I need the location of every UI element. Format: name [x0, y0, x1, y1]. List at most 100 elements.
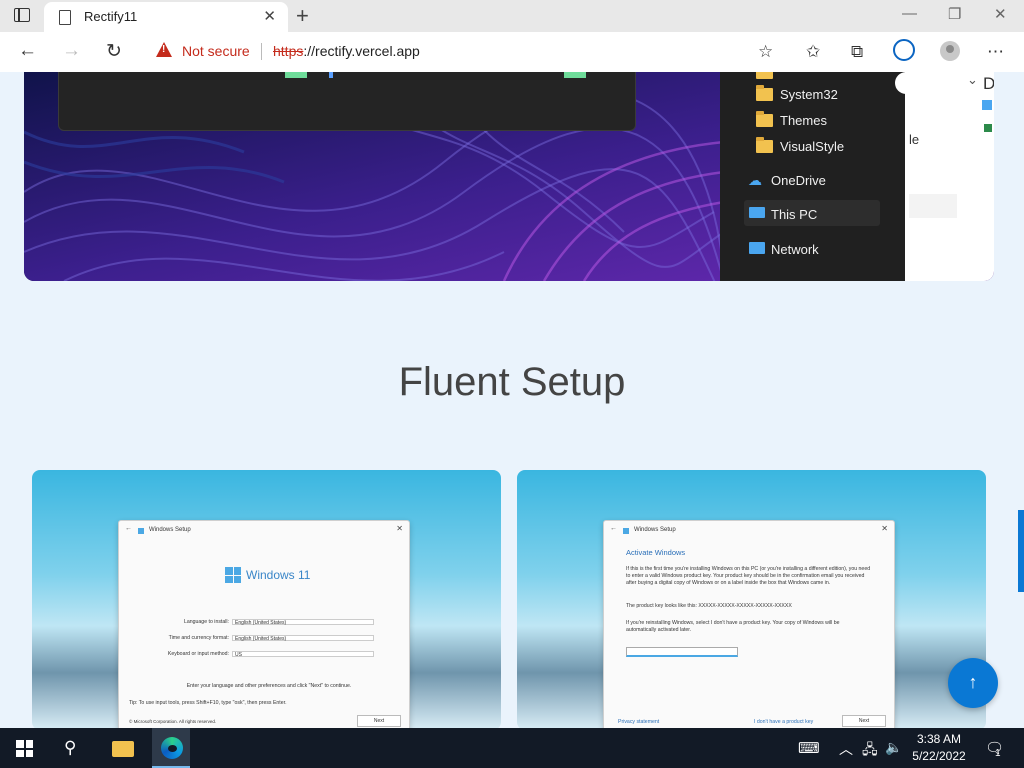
keyboard-select: US	[232, 651, 374, 658]
forward-icon[interactable]: →	[62, 40, 81, 62]
downloads-icon[interactable]	[893, 39, 915, 61]
setup-icon	[623, 528, 629, 534]
setup-card-language[interactable]: ← Windows Setup ✕ Windows 11 Language to…	[32, 470, 501, 728]
setup-card-activate[interactable]: ← Windows Setup ✕ Activate Windows If th…	[517, 470, 986, 728]
next-button: Next	[842, 715, 886, 727]
restore-icon[interactable]: ❐	[948, 5, 961, 23]
tab-title: Rectify11	[84, 9, 138, 24]
window-title: Windows Setup	[634, 527, 676, 533]
close-icon: ✕	[396, 524, 403, 533]
section-title: Fluent Setup	[398, 360, 626, 404]
clock-date: 5/22/2022	[912, 749, 966, 763]
back-icon[interactable]: ←	[18, 40, 37, 62]
circle-shape	[895, 72, 917, 94]
favorite-add-icon[interactable]: ☆	[758, 42, 773, 62]
setup-icon	[138, 528, 144, 534]
reinstall-paragraph: If you're reinstalling Windows, select I…	[626, 620, 840, 633]
windows11-logo-text: Windows 11	[246, 568, 311, 582]
url-text[interactable]: https://rectify.vercel.app	[273, 43, 420, 59]
windows-logo-icon	[225, 567, 241, 583]
language-select: English (United States)	[232, 619, 374, 626]
close-window-icon[interactable]: ✕	[994, 5, 1007, 23]
address-bar[interactable]: Not secure https://rectify.vercel.app	[142, 36, 792, 66]
warning-icon	[156, 42, 172, 57]
window-title: Windows Setup	[149, 527, 191, 533]
tab-rectify11[interactable]: Rectify11 ✕	[44, 2, 288, 32]
minimize-icon[interactable]: —	[902, 5, 917, 22]
activate-heading: Activate Windows	[626, 548, 686, 557]
refresh-icon[interactable]: ↻	[106, 40, 122, 63]
time-format-select: English (United States)	[232, 635, 374, 642]
field-label: Keyboard or input method:	[167, 651, 229, 657]
partial-heading: D	[983, 74, 994, 93]
clock-time: 3:38 AM	[916, 732, 962, 746]
security-label[interactable]: Not secure	[182, 43, 250, 59]
taskbar: ⚲ ⌨ ︿ 🖧 🔈 3:38 AM 5/22/2022 🗨 1	[0, 728, 1024, 768]
back-arrow-icon: ←	[125, 525, 132, 532]
partial-text: le	[909, 132, 920, 147]
search-icon[interactable]: ⚲	[64, 738, 76, 758]
dark-window-preview	[58, 72, 636, 131]
url-host: ://rectify.vercel.app	[303, 43, 420, 59]
file-explorer-icon[interactable]	[112, 741, 134, 757]
activate-paragraph: If this is the first time you're install…	[626, 566, 871, 586]
field-label: Time and currency format:	[168, 635, 229, 641]
folder-icon	[756, 72, 773, 79]
setup-window: ← Windows Setup ✕ Windows 11 Language to…	[118, 520, 410, 728]
network-icon[interactable]: 🖧	[862, 739, 878, 763]
nav-item-system32: System32	[780, 87, 838, 102]
volume-icon[interactable]: 🔈	[885, 739, 902, 756]
back-arrow-icon: ←	[610, 525, 617, 532]
next-button: Next	[357, 715, 401, 727]
more-icon[interactable]: ⋯	[987, 42, 1004, 62]
placeholder-block	[909, 194, 957, 218]
page-icon	[59, 10, 71, 25]
explorer-nav-pane: System32 Themes VisualStyle ☁ OneDrive T…	[720, 72, 905, 281]
tab-actions-icon[interactable]	[14, 8, 30, 22]
keyboard-icon[interactable]: ⌨	[798, 739, 820, 757]
collections-icon[interactable]: ⧉	[851, 42, 863, 62]
browser-window: Rectify11 ✕ + — ❐ ✕ ← → ↻ Not secure htt…	[0, 0, 1024, 728]
field-label: Language to install:	[184, 619, 229, 625]
folder-icon	[756, 85, 773, 101]
hero-screenshot: System32 Themes VisualStyle ☁ OneDrive T…	[24, 72, 994, 281]
copyright-text: © Microsoft Corporation. All rights rese…	[129, 719, 217, 724]
close-icon: ✕	[881, 524, 888, 533]
nav-item-this-pc: This PC	[771, 207, 818, 222]
chevron-down-icon: ⌄	[967, 72, 978, 87]
no-product-key-link: I don't have a product key	[754, 719, 814, 725]
new-tab-icon[interactable]: +	[296, 3, 309, 29]
address-toolbar: ← → ↻ Not secure https://rectify.vercel.…	[0, 32, 1024, 73]
nav-item-network: Network	[771, 242, 819, 257]
privacy-link: Privacy statement	[618, 719, 660, 725]
favorites-icon[interactable]: ✩	[806, 42, 820, 62]
folder-icon	[756, 111, 773, 127]
url-protocol: https	[273, 43, 304, 59]
page-content: System32 Themes VisualStyle ☁ OneDrive T…	[0, 72, 1024, 728]
green-block	[285, 72, 307, 78]
tab-bar: Rectify11 ✕ + — ❐ ✕	[0, 0, 1024, 32]
chevron-up-icon[interactable]: ︿	[839, 739, 853, 759]
scroll-to-top-button[interactable]: ↑	[948, 658, 998, 708]
scroll-indicator[interactable]	[1018, 510, 1024, 592]
close-tab-icon[interactable]: ✕	[263, 7, 276, 25]
green-block	[564, 72, 586, 78]
setup-window: ← Windows Setup ✕ Activate Windows If th…	[603, 520, 895, 728]
clock[interactable]: 3:38 AM 5/22/2022	[904, 731, 974, 765]
notification-count: 1	[995, 748, 1001, 759]
folder-icon	[756, 137, 773, 153]
tip-text: Tip: To use input tools, press Shift+F10…	[129, 700, 287, 706]
app-icon	[982, 100, 992, 110]
blue-block	[329, 72, 333, 78]
divider	[261, 43, 262, 60]
cloud-icon: ☁	[748, 172, 762, 188]
edge-icon[interactable]	[161, 737, 183, 759]
nav-item-themes: Themes	[780, 113, 827, 128]
nav-item-onedrive: OneDrive	[771, 173, 826, 188]
profile-icon[interactable]	[940, 41, 960, 61]
pc-icon	[749, 207, 765, 218]
hint-text: Enter your language and other preference…	[186, 683, 352, 689]
start-icon[interactable]	[16, 740, 33, 757]
app-icon	[984, 124, 992, 132]
nav-item-visualstyle: VisualStyle	[780, 139, 845, 154]
